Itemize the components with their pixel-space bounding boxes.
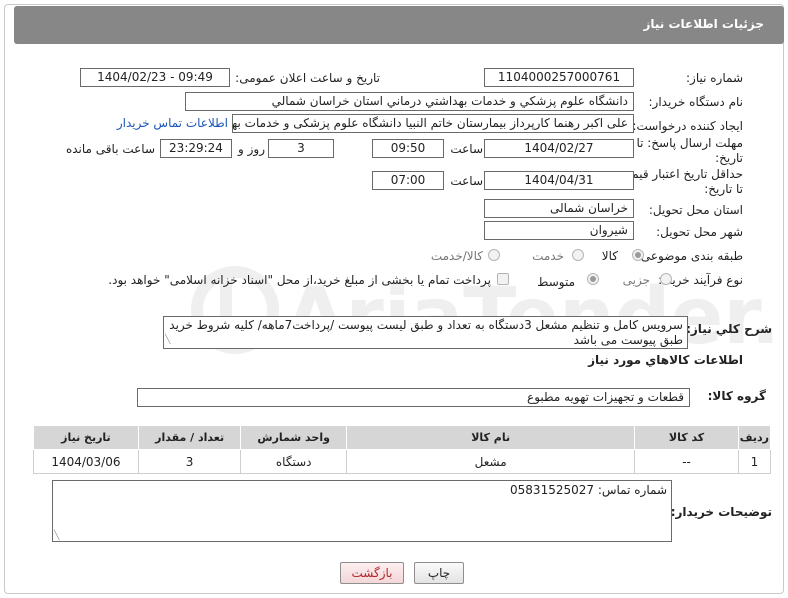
delivery-province-label: استان محل تحویل: (648, 203, 743, 217)
remaining-label: ساعت باقی مانده (65, 142, 155, 156)
days-label: روز و (238, 142, 265, 156)
announce-label: تاریخ و ساعت اعلان عمومی: (235, 71, 380, 85)
days-field[interactable]: 3 (268, 139, 334, 158)
reply-deadline-label-2: تاریخ: (715, 151, 743, 165)
price-validity-label: حداقل تاریخ اعتبار قیمت: (616, 167, 743, 181)
description-label: شرح کلي نیاز: (686, 322, 772, 336)
goods-group-field[interactable]: قطعات و تجهیزات تهویه مطبوع (137, 388, 690, 407)
category-option-service: خدمت (532, 249, 564, 263)
buyer-notes-textarea[interactable]: شماره تماس: 05831525027 ╲ (52, 480, 672, 542)
description-text: سرویس کامل و تنظیم مشعل 3دستگاه به تعداد… (169, 318, 683, 347)
price-validity-label-2: تا تاریخ: (704, 182, 743, 196)
delivery-province-field[interactable]: خراسان شمالی (484, 199, 634, 218)
buyer-notes-label: توضیحات خریدار: (670, 505, 772, 519)
need-number-label: شماره نیاز: (686, 71, 743, 85)
goods-group-label: گروه کالا: (707, 389, 766, 403)
cell-need-date: 1404/03/06 (33, 449, 139, 474)
col-row-number: ردیف (737, 425, 772, 450)
reply-time-label: ساعت (450, 142, 483, 156)
buyer-contact-link[interactable]: اطلاعات تماس خریدار (117, 116, 228, 130)
cell-item-name: مشعل (345, 449, 636, 474)
process-radio-medium[interactable] (587, 273, 599, 285)
reply-date-field[interactable]: 1404/02/27 (484, 139, 634, 158)
category-option-goods-service: کالا/خدمت (430, 249, 483, 263)
cell-row-number: 1 (737, 449, 772, 474)
process-radio-minor[interactable] (660, 273, 672, 285)
col-item-code: کد کالا (634, 425, 739, 450)
announce-datetime-field[interactable]: 1404/02/23 - 09:49 (80, 68, 230, 87)
items-table: ردیف کد کالا نام کالا واحد شمارش تعداد /… (33, 425, 772, 474)
category-radio-goods[interactable] (632, 249, 644, 261)
price-validity-date-field[interactable]: 1404/04/31 (484, 171, 634, 190)
description-textarea[interactable]: سرویس کامل و تنظیم مشعل 3دستگاه به تعداد… (163, 316, 688, 349)
page-title: جزئیات اطلاعات نیاز (643, 17, 764, 31)
category-label: طبقه بندی موضوعی: (636, 249, 743, 263)
buyer-org-field[interactable]: دانشگاه علوم پزشکي و خدمات بهداشتي درمان… (185, 92, 634, 111)
creator-label: ایجاد کننده درخواست: (632, 119, 743, 133)
table-header-row: ردیف کد کالا نام کالا واحد شمارش تعداد /… (33, 425, 772, 450)
cell-quantity: 3 (137, 449, 242, 474)
reply-deadline-label: مهلت ارسال پاسخ: تا (636, 136, 743, 150)
table-row[interactable]: 1 -- مشعل دستگاه 3 1404/03/06 (33, 449, 772, 474)
category-option-goods: کالا (601, 249, 618, 263)
col-unit: واحد شمارش (240, 425, 347, 450)
buyer-org-label: نام دستگاه خریدار: (648, 95, 744, 109)
resize-handle-icon[interactable]: ╲ (165, 333, 170, 348)
resize-handle-icon[interactable]: ╲ (54, 531, 59, 541)
creator-field[interactable]: علی اکبر رهنما کارپرداز بیمارستان خاتم ا… (232, 114, 634, 133)
process-option-minor: جزیی (622, 273, 650, 287)
cell-unit: دستگاه (240, 449, 347, 474)
price-validity-time-field[interactable]: 07:00 (372, 171, 444, 190)
need-number-field[interactable]: 1104000257000761 (484, 68, 634, 87)
goods-section-title: اطلاعات کالاهاي مورد نیاز (588, 353, 743, 367)
reply-time-field[interactable]: 09:50 (372, 139, 444, 158)
remaining-time-field[interactable]: 23:29:24 (160, 139, 232, 158)
price-validity-time-label: ساعت (450, 174, 483, 188)
category-radio-goods-service[interactable] (488, 249, 500, 261)
category-radio-service[interactable] (572, 249, 584, 261)
back-button[interactable]: بازگشت (340, 562, 404, 584)
col-item-name: نام کالا (345, 425, 636, 450)
delivery-city-label: شهر محل تحویل: (656, 225, 743, 239)
cell-item-code: -- (634, 449, 739, 474)
col-quantity: تعداد / مقدار (137, 425, 242, 450)
print-button[interactable]: چاپ (414, 562, 464, 584)
process-option-medium: متوسط (537, 275, 575, 289)
header-bar: جزئیات اطلاعات نیاز (14, 6, 784, 44)
treasury-payment-note: پرداخت تمام یا بخشی از مبلغ خرید،از محل … (108, 273, 491, 287)
delivery-city-field[interactable]: شیروان (484, 221, 634, 240)
treasury-payment-checkbox[interactable] (497, 273, 509, 285)
col-need-date: تاریخ نیاز (33, 425, 139, 450)
buyer-notes-text: شماره تماس: 05831525027 (510, 483, 667, 497)
